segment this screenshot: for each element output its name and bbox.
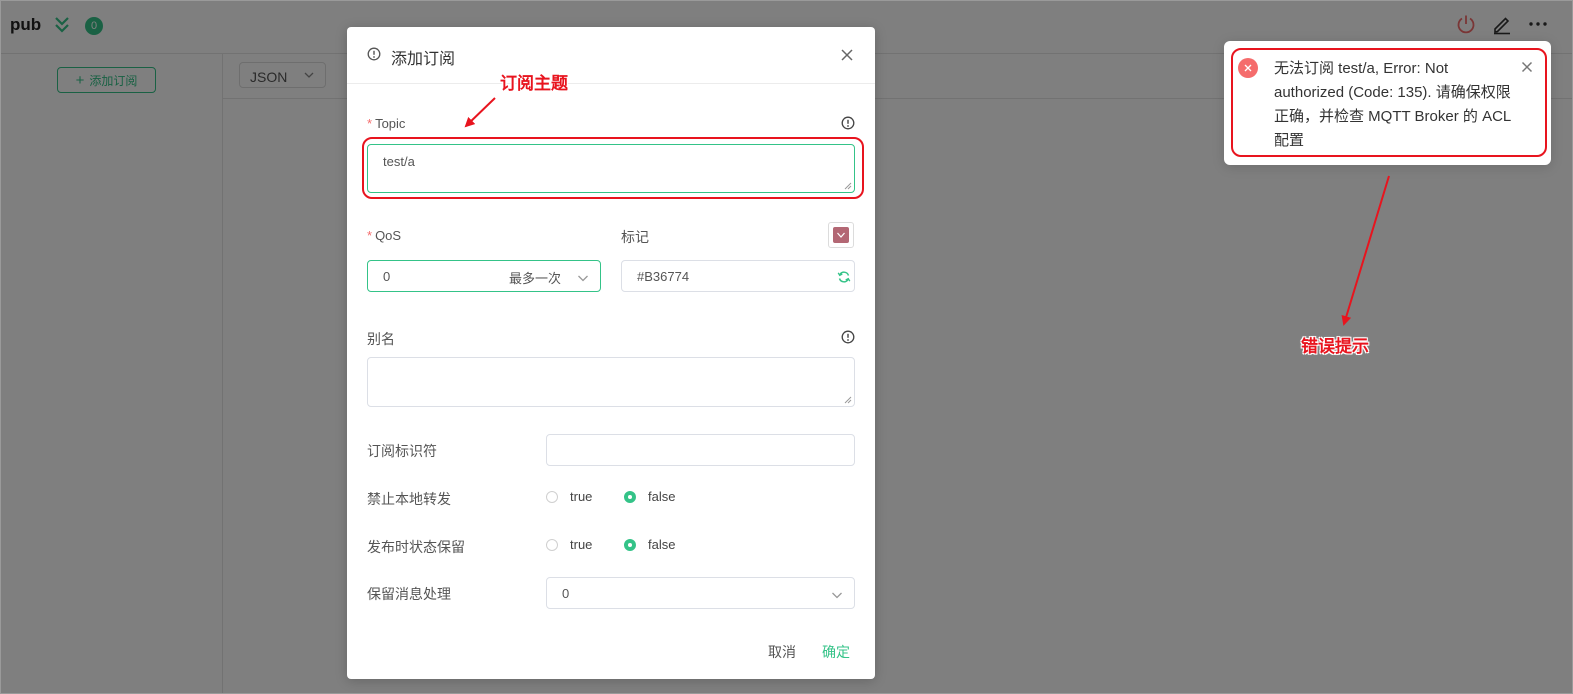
app-window: pub 0 + 添加订阅 JSON [0, 0, 1573, 694]
error-annotation-label: 错误提示 [1301, 337, 1369, 356]
topic-annotation-label: 订阅主题 [500, 74, 568, 93]
